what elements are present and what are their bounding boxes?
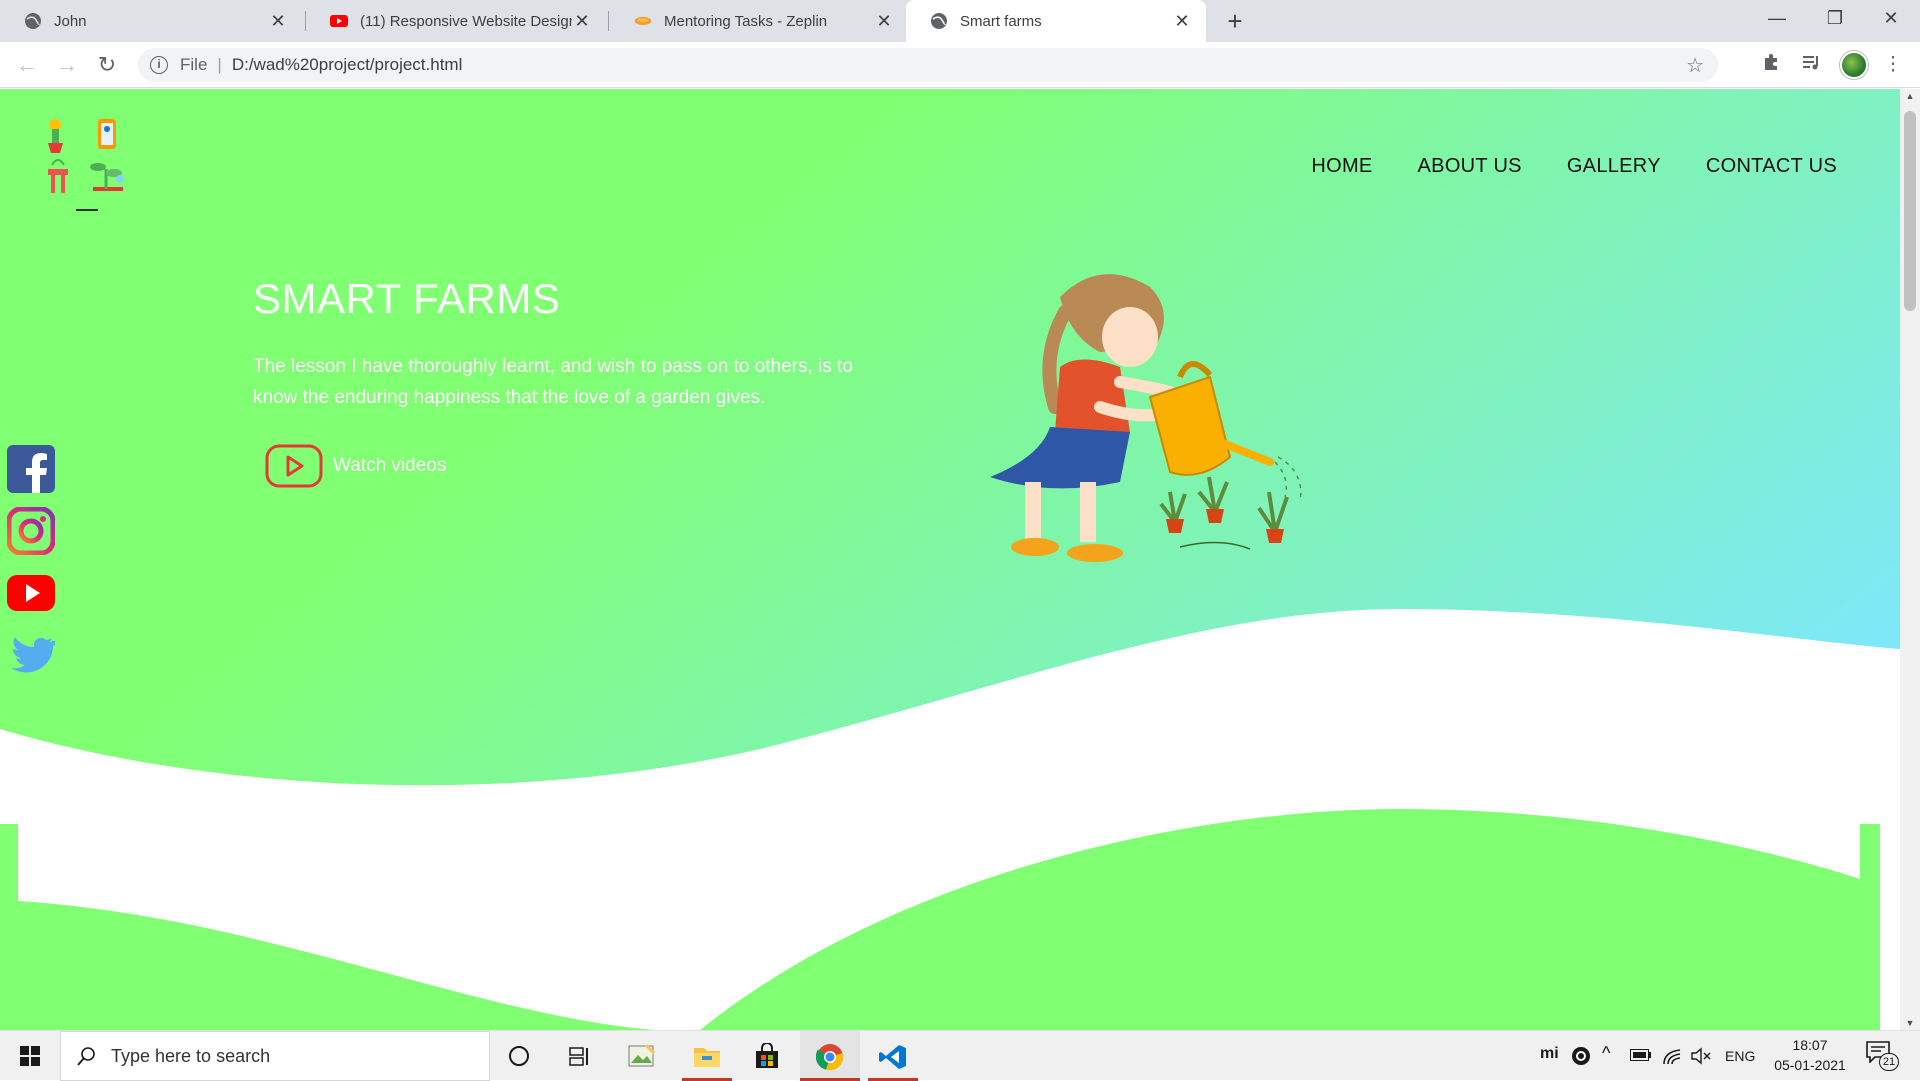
toolbar: ← → ↻ i File | D:/wad%20project/project.… xyxy=(0,42,1920,88)
more-menu-icon[interactable]: ⋮ xyxy=(1880,52,1906,78)
tab-smart-farms[interactable]: Smart farms ✕ xyxy=(906,0,1206,42)
info-icon[interactable]: i xyxy=(150,56,168,74)
nav-home-link[interactable]: HOME xyxy=(1311,155,1372,178)
photos-app-icon[interactable] xyxy=(628,1043,656,1069)
action-center-button[interactable]: 21 xyxy=(1866,1041,1900,1071)
tab-title: John xyxy=(54,12,87,30)
tab-strip: John ✕ (11) Responsive Website Design - … xyxy=(0,0,1920,42)
play-button-icon xyxy=(265,444,323,488)
hero-background xyxy=(0,89,1900,1030)
tab-divider xyxy=(608,11,609,31)
chrome-taskbar-button[interactable] xyxy=(800,1031,860,1081)
file-explorer-taskbar-button[interactable] xyxy=(680,1031,734,1081)
close-tab-icon[interactable]: ✕ xyxy=(1172,11,1192,32)
scroll-up-icon[interactable]: ▲ xyxy=(1900,91,1920,101)
zeplin-icon xyxy=(634,16,652,26)
clock-date: 05-01-2021 xyxy=(1774,1057,1846,1073)
page-viewport: HOME ABOUT US GALLERY CONTACT US SMART F… xyxy=(0,89,1900,1030)
wifi-icon[interactable] xyxy=(1662,1046,1682,1066)
scroll-down-icon[interactable]: ▼ xyxy=(1900,1018,1920,1028)
restore-button[interactable]: ❐ xyxy=(1806,0,1864,36)
divider: | xyxy=(217,55,222,74)
scheme-label: File xyxy=(180,55,208,74)
twitter-icon[interactable] xyxy=(7,631,55,679)
nav-contact-link[interactable]: CONTACT US xyxy=(1706,155,1837,178)
nav-about-link[interactable]: ABOUT US xyxy=(1418,155,1522,178)
site-logo xyxy=(48,119,124,211)
hero-quote: The lesson I have thoroughly learnt, and… xyxy=(253,356,853,408)
bookmark-star-icon[interactable]: ☆ xyxy=(1686,53,1704,78)
close-tab-icon[interactable]: ✕ xyxy=(572,11,592,32)
nav-gallery-link[interactable]: GALLERY xyxy=(1567,155,1661,178)
instagram-icon[interactable] xyxy=(7,507,55,555)
forward-button[interactable]: → xyxy=(52,50,82,80)
url-text[interactable]: D:/wad%20project/project.html xyxy=(232,55,463,75)
reload-button[interactable]: ↻ xyxy=(92,50,122,80)
clock-time: 18:07 xyxy=(1792,1037,1828,1053)
youtube-icon xyxy=(330,15,348,27)
vscode-taskbar-button[interactable] xyxy=(866,1031,920,1081)
windows-start-icon[interactable] xyxy=(20,1046,40,1066)
globe-icon xyxy=(931,13,947,29)
girl-watering-plants-illustration xyxy=(990,274,1302,562)
taskbar: Type here to search mi ^ ENG 18:07 05-01… xyxy=(0,1030,1920,1081)
tab-title: Mentoring Tasks - Zeplin xyxy=(664,12,828,30)
facebook-icon[interactable] xyxy=(7,445,55,493)
store-bag-icon[interactable] xyxy=(754,1043,780,1069)
watch-videos-label: Watch videos xyxy=(333,455,447,476)
close-tab-icon[interactable]: ✕ xyxy=(874,11,894,32)
vscode-icon xyxy=(879,1045,906,1069)
back-button[interactable]: ← xyxy=(12,50,42,80)
chrome-icon xyxy=(816,1044,843,1071)
chevron-up-icon[interactable]: ^ xyxy=(1602,1043,1610,1064)
battery-icon[interactable] xyxy=(1630,1049,1652,1061)
search-placeholder: Type here to search xyxy=(111,1045,271,1066)
tab-john[interactable]: John ✕ xyxy=(0,0,302,42)
sync-tray-icon[interactable] xyxy=(1571,1046,1591,1066)
close-tab-icon[interactable]: ✕ xyxy=(268,11,288,32)
notification-count-badge: 21 xyxy=(1879,1053,1899,1071)
language-indicator[interactable]: ENG xyxy=(1725,1048,1755,1064)
extensions-puzzle-icon[interactable] xyxy=(1758,52,1784,78)
scrollbar-thumb[interactable] xyxy=(1904,111,1916,311)
tab-title: Smart farms xyxy=(960,12,1042,30)
folder-icon xyxy=(694,1048,720,1067)
main-nav: HOME ABOUT US GALLERY CONTACT US xyxy=(1311,155,1837,178)
task-view-icon[interactable] xyxy=(568,1045,592,1067)
cortana-icon[interactable] xyxy=(508,1045,530,1067)
tab-title: (11) Responsive Website Design - xyxy=(360,12,572,30)
mi-tray-icon[interactable]: mi xyxy=(1540,1045,1559,1063)
media-control-icon[interactable] xyxy=(1798,52,1824,78)
address-bar[interactable]: i File | D:/wad%20project/project.html ☆ xyxy=(138,48,1718,82)
new-tab-button[interactable]: + xyxy=(1220,6,1250,36)
watch-videos-link[interactable]: Watch videos xyxy=(265,444,446,488)
clock[interactable]: 18:07 05-01-2021 xyxy=(1765,1035,1855,1075)
taskbar-search-box[interactable]: Type here to search xyxy=(60,1031,490,1081)
tab-youtube[interactable]: (11) Responsive Website Design - ✕ xyxy=(306,0,606,42)
hero-title: SMART FARMS xyxy=(253,275,561,322)
close-window-button[interactable]: ✕ xyxy=(1862,0,1920,36)
volume-muted-icon[interactable] xyxy=(1690,1046,1712,1066)
profile-avatar[interactable] xyxy=(1840,51,1868,79)
search-icon xyxy=(77,1047,95,1066)
minimize-button[interactable]: — xyxy=(1748,0,1806,36)
youtube-icon[interactable] xyxy=(7,569,55,617)
page-scrollbar[interactable]: ▲ ▼ xyxy=(1900,89,1920,1030)
tab-zeplin[interactable]: Mentoring Tasks - Zeplin ✕ xyxy=(610,0,908,42)
globe-icon xyxy=(25,13,41,29)
